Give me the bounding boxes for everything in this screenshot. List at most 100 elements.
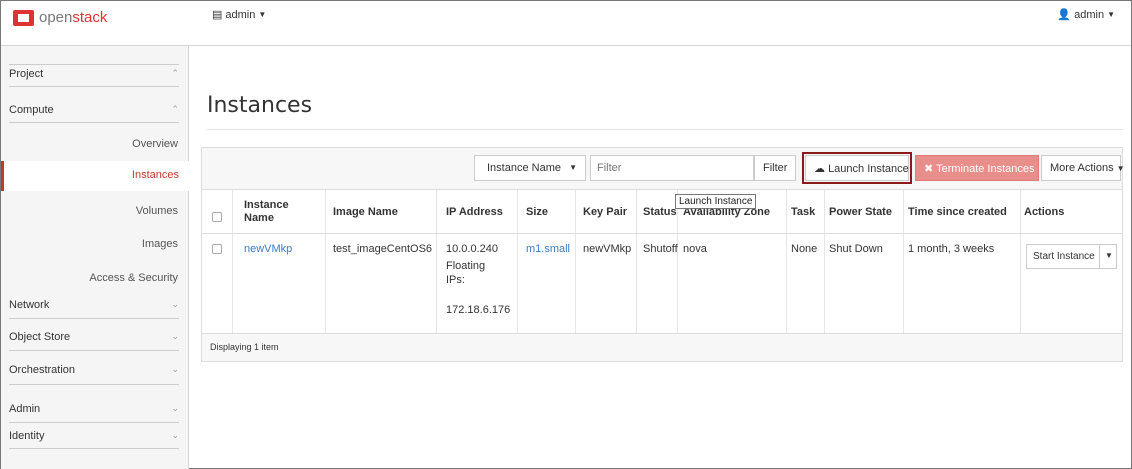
sidebar-divider [9, 318, 179, 319]
chevron-down-icon: ▼ [258, 10, 267, 19]
task-cell: None [791, 243, 818, 255]
floating-ips-label: Floating IPs: [446, 260, 486, 287]
terminate-instances-label: Terminate Instances [936, 163, 1035, 175]
sidebar-item-access-security[interactable]: Access & Security [89, 272, 178, 284]
sidebar-divider [9, 86, 179, 87]
more-actions-button[interactable]: More Actions ▼ [1041, 155, 1125, 181]
availability-zone-cell: nova [683, 243, 707, 255]
table-toolbar: Instance Name ▼ Filter ☁ Launch Instance… [202, 148, 1125, 190]
top-navbar: openstack ▤ admin ▼ 👤 admin ▼ [1, 1, 1131, 46]
project-dropdown[interactable]: ▤ admin ▼ [212, 8, 267, 22]
start-instance-button[interactable]: Start Instance [1033, 251, 1095, 262]
column-header-ip-address[interactable]: IP Address [446, 190, 503, 234]
openstack-logo-icon [13, 9, 34, 26]
sidebar-section-object-store[interactable]: Object Store ⌄ [1, 331, 189, 343]
sidebar: Project ⌃ Compute ⌃ Overview Instances V… [1, 46, 189, 469]
sidebar-section-label: Network [9, 299, 50, 311]
close-icon: ✖ [924, 163, 934, 175]
sidebar-section-label: Orchestration [9, 364, 76, 376]
user-dropdown[interactable]: 👤 admin ▼ [1057, 8, 1115, 22]
sidebar-section-identity[interactable]: Identity ⌄ [1, 430, 189, 442]
row-actions-dropdown-toggle[interactable]: ▼ [1105, 251, 1113, 260]
filter-field-select-label: Instance Name [487, 162, 561, 174]
sidebar-item-images[interactable]: Images [142, 238, 178, 250]
sidebar-section-label: Compute [9, 104, 54, 116]
time-since-created-cell: 1 month, 3 weeks [908, 243, 995, 255]
filter-button[interactable]: Filter [754, 155, 796, 181]
chevron-down-icon: ⌄ [171, 299, 179, 309]
chevron-down-icon: ⌄ [171, 430, 179, 440]
column-header-instance-name[interactable]: Instance Name [244, 190, 314, 234]
table-row: newVMkp test_imageCentOS6 10.0.0.240 Flo… [202, 234, 1122, 334]
sidebar-section-label: Project [9, 68, 44, 80]
title-divider [207, 129, 1123, 130]
user-dropdown-label: admin [1074, 8, 1105, 21]
sidebar-section-network[interactable]: Network ⌄ [1, 299, 189, 311]
instances-table: Instance Name ▼ Filter ☁ Launch Instance… [201, 147, 1125, 362]
row-checkbox[interactable] [212, 244, 222, 254]
floating-ip-cell: 172.18.6.176 [446, 304, 511, 316]
column-header-time-since-created[interactable]: Time since created [908, 190, 1007, 234]
instance-name-link[interactable]: newVMkp [244, 242, 292, 256]
select-all-checkbox[interactable] [212, 212, 222, 222]
sidebar-section-label: Object Store [9, 331, 71, 343]
chevron-down-icon: ▼ [1116, 164, 1125, 173]
column-header-task[interactable]: Task [791, 190, 815, 234]
sidebar-item-label: Instances [131, 169, 179, 181]
column-header-status[interactable]: Status [643, 190, 677, 234]
column-header-size[interactable]: Size [526, 190, 548, 234]
sidebar-section-label: Identity [9, 430, 45, 442]
user-icon: 👤 [1057, 9, 1072, 21]
button-divider [1099, 245, 1100, 268]
table-footer: Displaying 1 item [202, 334, 1122, 361]
sidebar-section-compute[interactable]: Compute ⌃ [1, 104, 189, 116]
sidebar-section-orchestration[interactable]: Orchestration ⌄ [1, 364, 189, 376]
page-title: Instances [207, 93, 313, 118]
chevron-down-icon: ⌄ [171, 403, 179, 413]
chevron-up-icon: ⌃ [171, 68, 179, 78]
sidebar-section-project[interactable]: Project ⌃ [1, 68, 189, 80]
launch-instance-tooltip: Launch Instance [675, 194, 757, 209]
ip-address-cell: 10.0.0.240 [446, 243, 498, 255]
sidebar-item-instances[interactable]: Instances [1, 161, 189, 191]
launch-instance-label: Launch Instance [828, 163, 909, 175]
sidebar-item-volumes[interactable]: Volumes [136, 205, 178, 217]
row-actions-button-group: Start Instance ▼ [1026, 244, 1117, 269]
chevron-up-icon: ⌃ [171, 104, 179, 114]
column-header-image-name[interactable]: Image Name [333, 190, 398, 234]
status-cell: Shutoff [643, 243, 678, 255]
sidebar-divider [9, 448, 179, 449]
power-state-cell: Shut Down [829, 243, 883, 255]
brand-name-accent: stack [72, 9, 108, 26]
chevron-down-icon: ⌄ [171, 364, 179, 374]
terminate-instances-button[interactable]: ✖ Terminate Instances [915, 155, 1039, 181]
project-icon: ▤ [212, 9, 223, 21]
launch-instance-button[interactable]: ☁ Launch Instance [802, 152, 912, 184]
sidebar-divider [9, 122, 179, 123]
sidebar-divider [9, 422, 179, 423]
sidebar-section-label: Admin [9, 403, 41, 415]
more-actions-label: More Actions [1050, 162, 1114, 174]
sidebar-item-overview[interactable]: Overview [132, 138, 178, 150]
sidebar-divider [9, 350, 179, 351]
cloud-upload-icon: ☁ [814, 163, 825, 175]
sidebar-divider [9, 64, 179, 65]
column-header-power-state[interactable]: Power State [829, 190, 892, 234]
table-header: Instance Name Image Name IP Address Size… [202, 190, 1122, 234]
sidebar-section-admin[interactable]: Admin ⌄ [1, 403, 189, 415]
chevron-down-icon: ⌄ [171, 331, 179, 341]
filter-field-select[interactable]: Instance Name ▼ [474, 155, 586, 181]
chevron-down-icon: ▼ [569, 163, 577, 172]
brand-name-plain: open [39, 9, 73, 26]
image-name-cell: test_imageCentOS6 [333, 243, 433, 255]
item-count-text: Displaying 1 item [210, 342, 279, 352]
sidebar-divider [9, 384, 179, 385]
chevron-down-icon: ▼ [1107, 10, 1115, 19]
key-pair-cell: newVMkp [583, 243, 632, 255]
filter-input[interactable] [590, 155, 754, 181]
flavor-size-link[interactable]: m1.small [526, 242, 570, 256]
project-dropdown-label: admin [225, 8, 256, 21]
column-header-key-pair[interactable]: Key Pair [583, 190, 627, 234]
column-header-actions: Actions [1024, 205, 1065, 218]
openstack-logo[interactable]: openstack [13, 9, 107, 26]
